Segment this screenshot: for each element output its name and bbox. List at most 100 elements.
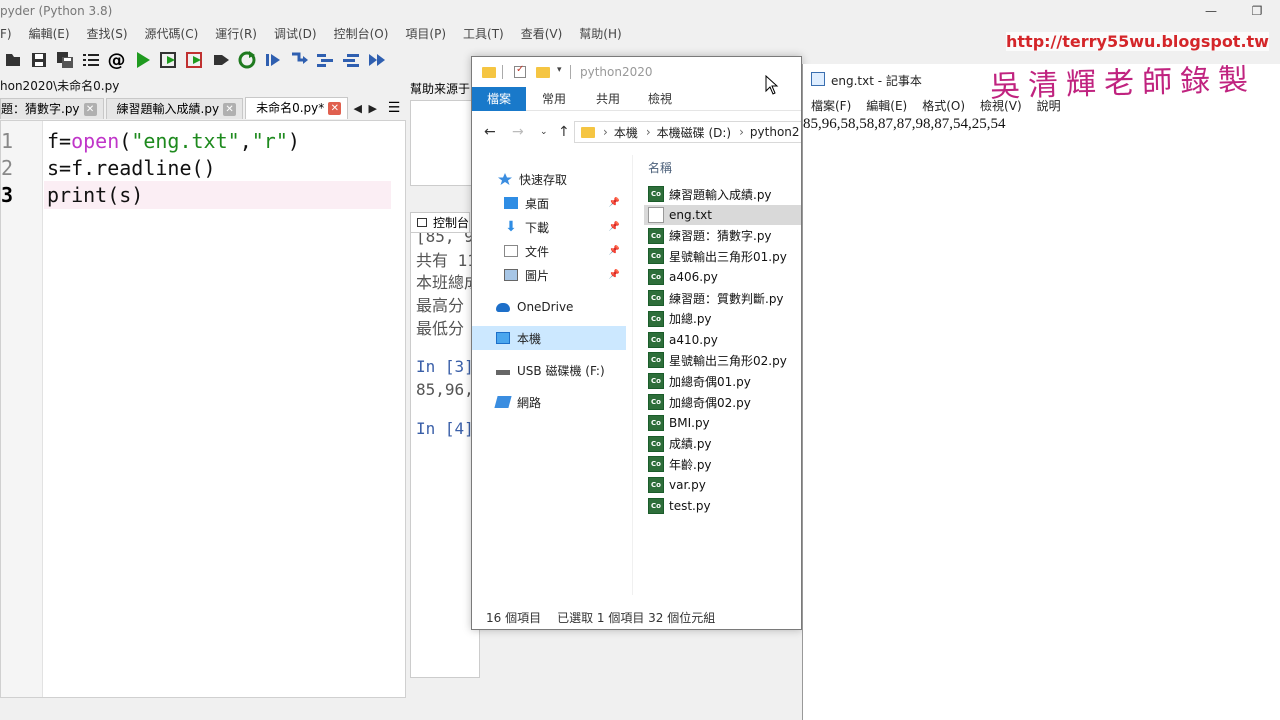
file-name: 星號輸出三角形01.py — [669, 249, 787, 264]
ribbon-tab-share[interactable]: 共用 — [594, 87, 622, 111]
tab-scroll-arrows[interactable]: ◀ ▶ — [350, 98, 380, 119]
menu-edit[interactable]: 編輯(E) — [866, 97, 907, 114]
file-item[interactable]: Co BMI.py — [644, 413, 801, 433]
file-item[interactable]: Co 練習題輸入成績.py — [644, 184, 801, 204]
breadcrumb-this-pc[interactable]: 本機 — [614, 124, 638, 141]
arrow-left-icon[interactable]: ◀ — [354, 102, 362, 115]
back-arrow-icon[interactable]: ← — [484, 124, 496, 140]
list-icon[interactable] — [78, 48, 103, 72]
tab-console[interactable]: 控制台 — [410, 212, 470, 232]
run-cell-icon[interactable] — [156, 48, 181, 72]
menu-edit[interactable]: 編輯(E) — [29, 24, 70, 44]
file-name: var.py — [669, 478, 706, 493]
file-item[interactable]: Co 練習題：質數判斷.py — [644, 288, 801, 308]
ipython-console[interactable]: [85, 96 共有 11 本班總成 最高分 最低分 In [3] 85,96,… — [410, 232, 480, 678]
new-folder-icon[interactable] — [536, 67, 550, 78]
menu-run[interactable]: 運行(R) — [215, 24, 257, 44]
menu-file[interactable]: 檔案(F) — [811, 97, 851, 114]
continue-icon[interactable] — [364, 48, 389, 72]
ribbon-tab-file[interactable]: 檔案 — [472, 87, 526, 111]
run-selection-icon[interactable] — [208, 48, 233, 72]
new-file-icon[interactable] — [0, 48, 25, 72]
pane-divider[interactable] — [632, 155, 633, 595]
nav-documents[interactable]: 文件 📌 — [472, 239, 642, 263]
breadcrumb-drive-d[interactable]: 本機磁碟 (D:) — [657, 124, 731, 141]
save-icon[interactable] — [26, 48, 51, 72]
tab-untitled0[interactable]: 未命名0.py* ✕ — [245, 97, 349, 119]
nav-quick-access[interactable]: 快速存取 — [472, 167, 642, 191]
customize-dropdown-icon[interactable]: ▾ — [557, 65, 562, 75]
nav-label: 桌面 — [525, 196, 550, 211]
close-icon[interactable]: ✕ — [328, 102, 342, 115]
menu-debug[interactable]: 调试(D) — [274, 24, 317, 44]
nav-this-pc[interactable]: 本機 — [472, 326, 626, 350]
close-icon[interactable]: ✕ — [223, 102, 237, 116]
file-item[interactable]: Co 加總奇偶02.py — [644, 392, 801, 412]
minimize-button[interactable]: — — [1188, 0, 1234, 22]
file-item[interactable]: Co 星號輸出三角形02.py — [644, 350, 801, 370]
pin-icon[interactable]: 📌 — [609, 198, 620, 208]
notepad-text-area[interactable]: 85,96,58,58,87,87,98,87,54,25,54 — [803, 116, 1006, 133]
run-icon[interactable] — [130, 48, 155, 72]
properties-icon[interactable]: ✓ — [514, 64, 526, 78]
step-icon[interactable] — [286, 48, 311, 72]
ribbon-tab-home[interactable]: 常用 — [540, 87, 568, 111]
file-item[interactable]: Co test.py — [644, 496, 801, 516]
nav-network[interactable]: 網路 — [472, 390, 642, 414]
forward-arrow-icon[interactable]: → — [512, 124, 524, 140]
up-arrow-icon[interactable]: ↑ — [558, 124, 570, 140]
menu-consoles[interactable]: 控制台(O) — [334, 24, 389, 44]
file-item[interactable]: eng.txt — [644, 204, 801, 225]
file-item[interactable]: Co a406.py — [644, 267, 801, 287]
nav-desktop[interactable]: 桌面 📌 — [472, 191, 642, 215]
tab-label: 練習題輸入成績.py — [116, 101, 220, 116]
file-item[interactable]: Co 年齡.py — [644, 454, 801, 474]
file-item[interactable]: Co 加總奇偶01.py — [644, 371, 801, 391]
menu-source[interactable]: 源代碼(C) — [145, 24, 199, 44]
file-item[interactable]: Co var.py — [644, 475, 801, 495]
at-icon[interactable]: @ — [104, 48, 129, 72]
code-line-1[interactable]: f=open("eng.txt","r") — [47, 127, 300, 155]
menu-help[interactable]: 幫助(H) — [579, 24, 621, 44]
menu-tools[interactable]: 工具(T) — [463, 24, 504, 44]
file-item[interactable]: Co 星號輸出三角形01.py — [644, 246, 801, 266]
restore-button[interactable]: ❐ — [1234, 0, 1280, 22]
file-item[interactable]: Co 練習題：猜數字.py — [644, 226, 801, 246]
code-line-3[interactable]: print(s) — [47, 181, 143, 209]
nav-usb-drive[interactable]: USB 磁碟機 (F:) — [472, 358, 642, 382]
nav-onedrive[interactable]: OneDrive — [472, 295, 642, 319]
step-return-icon[interactable] — [338, 48, 363, 72]
pin-icon[interactable]: 📌 — [609, 246, 620, 256]
rerun-icon[interactable] — [234, 48, 259, 72]
pin-icon[interactable]: 📌 — [609, 270, 620, 280]
file-item[interactable]: Co 加總.py — [644, 309, 801, 329]
nav-label: 本機 — [517, 331, 542, 346]
save-all-icon[interactable] — [52, 48, 77, 72]
ribbon-tab-view[interactable]: 檢視 — [646, 87, 674, 111]
nav-pictures[interactable]: 圖片 📌 — [472, 263, 642, 287]
file-item[interactable]: Co a410.py — [644, 330, 801, 350]
pin-icon[interactable]: 📌 — [609, 222, 620, 232]
arrow-right-icon[interactable]: ▶ — [369, 102, 377, 115]
address-bar[interactable]: › 本機 › 本機磁碟 (D:) › python2 — [574, 121, 801, 143]
run-cell-advance-icon[interactable] — [182, 48, 207, 72]
menu-projects[interactable]: 項目(P) — [405, 24, 446, 44]
tab-guess-number[interactable]: 題：猜數字.py ✕ — [0, 98, 104, 119]
menu-file[interactable]: F) — [0, 24, 12, 44]
recent-dropdown-icon[interactable]: ⌄ — [540, 127, 548, 137]
nav-downloads[interactable]: ⬇ 下載 📌 — [472, 215, 642, 239]
debug-icon[interactable] — [260, 48, 285, 72]
step-into-icon[interactable] — [312, 48, 337, 72]
menu-view[interactable]: 查看(V) — [521, 24, 563, 44]
file-item[interactable]: Co 成績.py — [644, 434, 801, 454]
tab-grade-input[interactable]: 練習題輸入成績.py ✕ — [105, 98, 244, 119]
menu-format[interactable]: 格式(O) — [922, 97, 965, 114]
breadcrumb-python2020[interactable]: python2 — [750, 125, 800, 139]
code-editor[interactable]: 1 2 3 f=open("eng.txt","r") s=f.readline… — [0, 120, 406, 698]
options-menu-icon[interactable]: ☰ — [386, 100, 402, 116]
code-line-2[interactable]: s=f.readline() — [47, 154, 216, 182]
menu-search[interactable]: 查找(S) — [87, 24, 128, 44]
column-header-name[interactable]: 名稱 — [648, 159, 672, 176]
close-icon[interactable]: ✕ — [83, 102, 97, 116]
editor-tabs: 題：猜數字.py ✕ 練習題輸入成績.py ✕ 未命名0.py* ✕ ◀ ▶ — [0, 97, 406, 119]
